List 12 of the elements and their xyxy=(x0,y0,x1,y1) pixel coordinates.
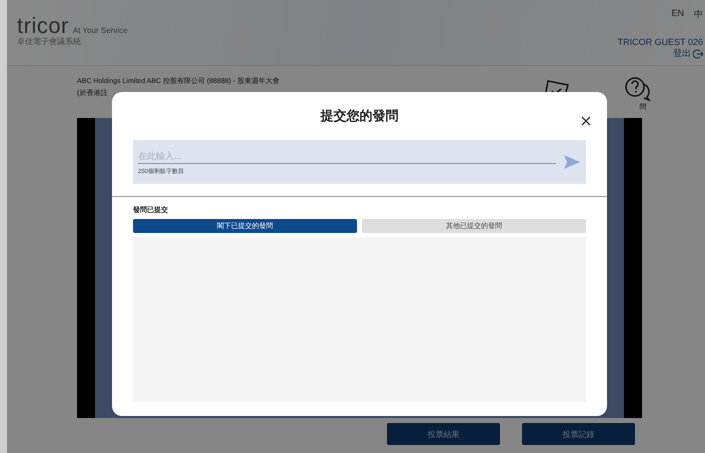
system-name: 卓佳電子會議系統 xyxy=(17,36,82,47)
language-link[interactable]: EN xyxy=(671,8,684,21)
user-name: TRICOR GUEST 026 xyxy=(618,37,703,47)
close-icon[interactable] xyxy=(581,116,591,126)
vote-button[interactable]: 投票結果 xyxy=(387,423,500,445)
logo-tagline: At Your Service xyxy=(72,26,128,35)
dialog-title: 提交您的發問 xyxy=(320,107,398,125)
language-link[interactable]: 中 xyxy=(694,8,703,21)
logout-link[interactable]: 登出 xyxy=(673,47,703,60)
brand-logo: tricor xyxy=(17,16,69,36)
vote-button[interactable]: 投票記錄 xyxy=(522,423,635,445)
logout-icon xyxy=(693,48,703,58)
